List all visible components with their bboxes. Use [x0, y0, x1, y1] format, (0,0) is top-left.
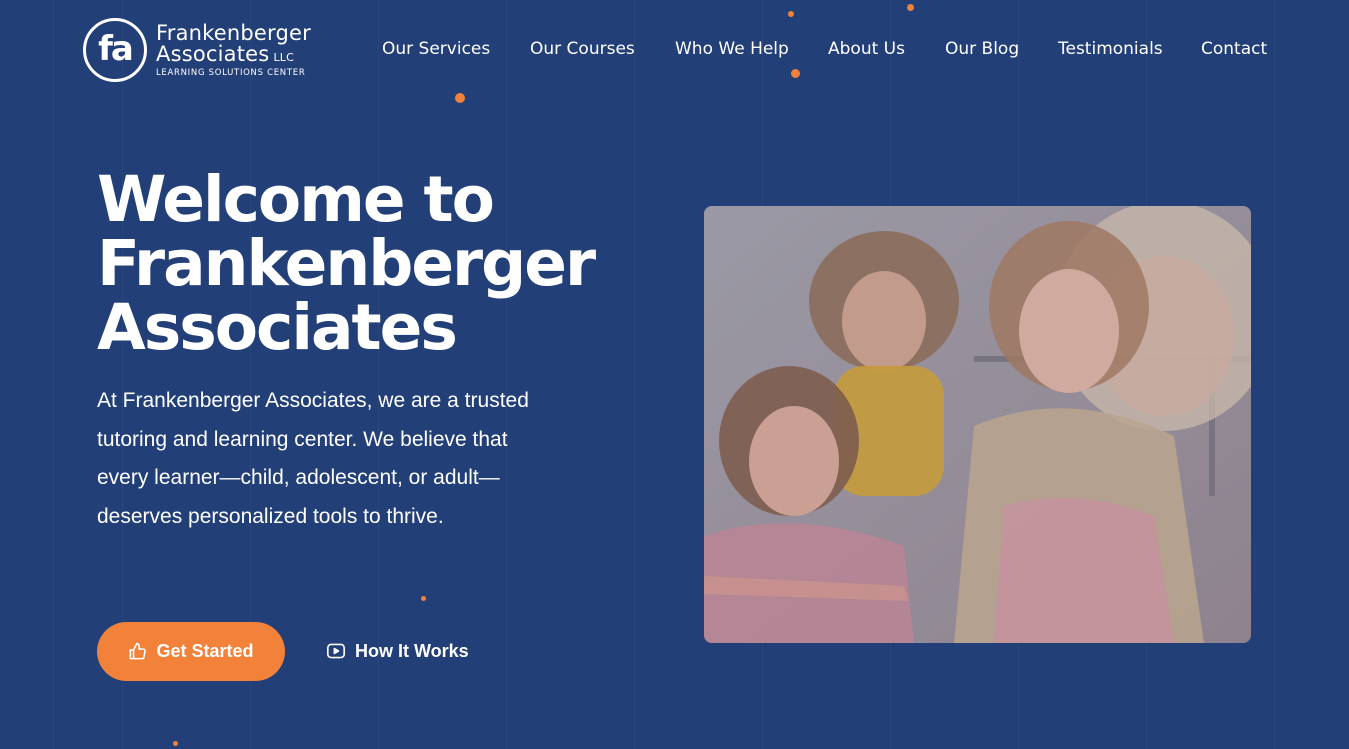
- how-it-works-label: How It Works: [355, 640, 469, 661]
- get-started-label: Get Started: [156, 641, 254, 661]
- get-started-button[interactable]: Get Started: [97, 622, 285, 681]
- logo-tagline: LEARNING SOLUTIONS CENTER: [156, 67, 306, 78]
- how-it-works-button[interactable]: How It Works: [326, 636, 469, 666]
- nav-item-who-we-help[interactable]: Who We Help: [675, 39, 789, 59]
- nav-item-our-services[interactable]: Our Services: [382, 39, 490, 59]
- main-nav: Our Services Our Courses Who We Help Abo…: [0, 39, 1349, 63]
- decorative-dot: [173, 741, 178, 746]
- hero-description: At Frankenberger Associates, we are a tr…: [97, 389, 529, 528]
- nav-item-about-us[interactable]: About Us: [828, 39, 905, 59]
- children-photo-illustration: [704, 206, 1251, 643]
- nav-item-our-blog[interactable]: Our Blog: [945, 39, 1019, 59]
- play-icon: [326, 642, 346, 660]
- decorative-dot: [421, 596, 426, 601]
- hero-title-line1: Welcome to: [97, 163, 495, 236]
- nav-item-our-courses[interactable]: Our Courses: [530, 39, 635, 59]
- decorative-dot: [788, 11, 794, 17]
- decorative-dot: [791, 69, 800, 78]
- decorative-dot: [907, 4, 914, 11]
- hero-photo: [704, 206, 1251, 643]
- thumbs-up-icon: [128, 642, 147, 661]
- nav-item-testimonials[interactable]: Testimonials: [1058, 39, 1163, 59]
- decorative-dot: [455, 93, 465, 103]
- nav-item-contact[interactable]: Contact: [1201, 39, 1267, 59]
- hero-title-line2: Frankenberger: [97, 227, 596, 300]
- hero-title: Welcome to Frankenberger Associates: [97, 168, 657, 360]
- hero-title-line3: Associates: [97, 291, 458, 364]
